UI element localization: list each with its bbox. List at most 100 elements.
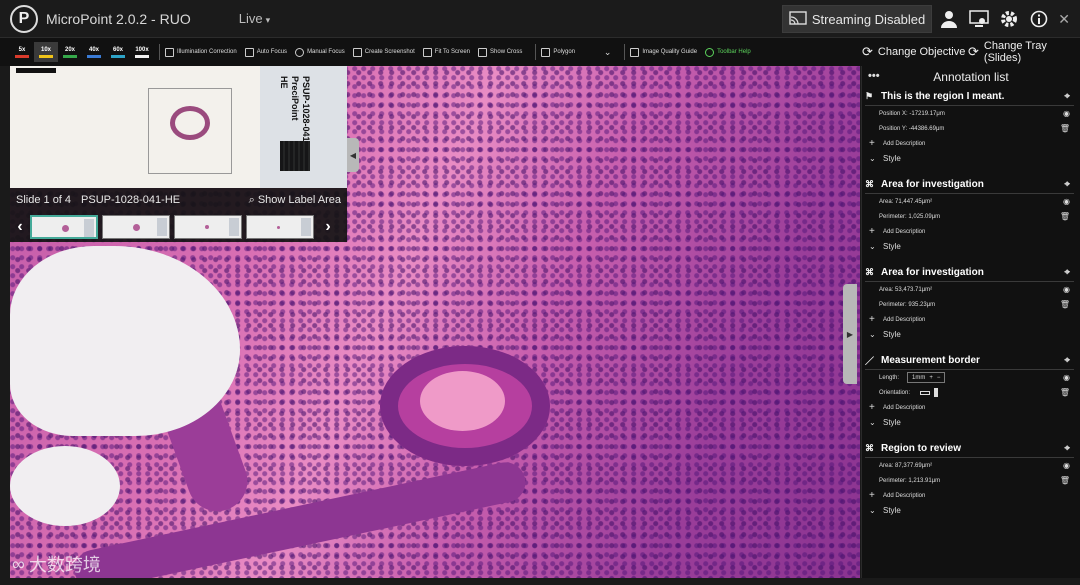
slide-thumbnail-4[interactable] bbox=[246, 215, 314, 239]
annotation-item[interactable]: ⌘ Area for investigation ⌖ Area: 53,473.… bbox=[862, 264, 1074, 342]
locate-icon[interactable]: ⌖ bbox=[1064, 355, 1070, 366]
magnification-60x[interactable]: 60x bbox=[106, 42, 130, 62]
trash-icon[interactable]: 🗑 bbox=[1060, 212, 1070, 221]
slide-label-text: PSUP-1028-041 PreciPoint HE bbox=[278, 76, 311, 142]
annotation-title[interactable]: Area for investigation bbox=[881, 179, 984, 190]
slide-thumbnail-3[interactable] bbox=[174, 215, 242, 239]
user-icon[interactable] bbox=[936, 6, 962, 32]
eye-icon[interactable]: ◉ bbox=[1063, 109, 1070, 118]
refresh-icon: ⟳ bbox=[862, 44, 873, 59]
add-description-button[interactable]: + Add Description bbox=[865, 136, 1074, 151]
annotation-title[interactable]: Area for investigation bbox=[881, 267, 984, 278]
style-toggle[interactable]: ⌄ Style bbox=[865, 239, 1074, 254]
magnification-100x[interactable]: 100x bbox=[130, 42, 154, 62]
refresh-icon: ⟳ bbox=[968, 44, 979, 59]
plus-icon[interactable]: + bbox=[929, 375, 933, 381]
locate-icon[interactable]: ⌖ bbox=[1064, 91, 1070, 102]
eye-icon[interactable]: ◉ bbox=[1063, 461, 1070, 470]
magnification-color-bar bbox=[39, 54, 53, 58]
magnification-40x[interactable]: 40x bbox=[82, 42, 106, 62]
slide-thumbnail-2[interactable] bbox=[102, 215, 170, 239]
style-toggle[interactable]: ⌄ Style bbox=[865, 503, 1074, 518]
collapse-annotation-handle[interactable]: ▶ bbox=[843, 284, 857, 384]
chevron-down-icon: ⌄ bbox=[869, 506, 876, 515]
slide-thumbnail-1[interactable] bbox=[30, 215, 98, 239]
help-icon bbox=[705, 47, 715, 57]
show-label-area-button[interactable]: ⌕ Show Label Area bbox=[249, 194, 341, 207]
annotation-item[interactable]: ⌘ Region to review ⌖ Area: 87,377.69μm² ◉… bbox=[862, 440, 1074, 518]
thumbnail-label bbox=[157, 218, 167, 236]
chevron-right-icon[interactable]: › bbox=[318, 218, 338, 236]
tissue-lumen bbox=[10, 446, 120, 526]
eye-icon[interactable]: ◉ bbox=[1063, 197, 1070, 206]
length-value: 1mm bbox=[912, 374, 926, 381]
chevron-down-icon: ⌄ bbox=[603, 46, 612, 57]
gear-icon[interactable] bbox=[996, 6, 1022, 32]
trash-icon[interactable]: 🗑 bbox=[1060, 124, 1070, 133]
tissue-lumen bbox=[10, 246, 240, 436]
add-description-button[interactable]: + Add Description bbox=[865, 224, 1074, 239]
chevron-left-icon[interactable]: ‹ bbox=[10, 218, 30, 236]
locate-icon[interactable]: ⌖ bbox=[1064, 267, 1070, 278]
fit-to-screen-button[interactable]: Fit To Screen bbox=[422, 47, 470, 57]
more-options-icon[interactable]: ••• bbox=[868, 70, 880, 82]
eye-icon[interactable]: ◉ bbox=[1063, 285, 1070, 294]
app-title: MicroPoint 2.0.2 - RUO bbox=[46, 10, 191, 27]
toolbar-help-button[interactable]: Toolbar Help bbox=[705, 47, 751, 57]
annotation-title[interactable]: Region to review bbox=[881, 443, 961, 454]
close-icon[interactable]: ✕ bbox=[1058, 11, 1070, 28]
illumination-correction-button[interactable]: Illumination Correction bbox=[165, 47, 237, 57]
info-icon[interactable] bbox=[1026, 6, 1052, 32]
vertical-orientation-icon[interactable] bbox=[934, 388, 939, 397]
magnification-20x[interactable]: 20x bbox=[58, 42, 82, 62]
auto-focus-button[interactable]: Auto Focus bbox=[244, 47, 287, 57]
collapse-overview-handle[interactable]: ◀ bbox=[347, 138, 359, 172]
orientation-toggle[interactable] bbox=[920, 388, 939, 397]
mode-dropdown[interactable]: Live ▾ bbox=[239, 11, 270, 26]
watermark-text: 大数跨境 bbox=[28, 555, 101, 575]
magnification-10x[interactable]: 10x bbox=[34, 42, 58, 62]
property-value: 87,377.69μm² bbox=[895, 462, 933, 469]
locate-icon[interactable]: ⌖ bbox=[1064, 179, 1070, 190]
add-description-button[interactable]: + Add Description bbox=[865, 312, 1074, 327]
trash-icon[interactable]: 🗑 bbox=[1060, 388, 1070, 397]
add-description-button[interactable]: + Add Description bbox=[865, 400, 1074, 415]
annotation-item[interactable]: ／ Measurement border ⌖ Length: 1mm + − ◉ O… bbox=[862, 352, 1074, 430]
tool-label: Image Quality Guide bbox=[642, 49, 698, 55]
style-toggle[interactable]: ⌄ Style bbox=[865, 327, 1074, 342]
slide-preview[interactable]: PSUP-1028-041 PreciPoint HE bbox=[10, 66, 347, 188]
magnification-5x[interactable]: 5x bbox=[10, 42, 34, 62]
minus-icon[interactable]: − bbox=[937, 375, 941, 381]
streaming-toggle[interactable]: Streaming Disabled bbox=[781, 5, 933, 33]
screen-settings-icon[interactable] bbox=[966, 6, 992, 32]
slide-counter: Slide 1 of 4 bbox=[16, 194, 72, 206]
chevron-down-icon: ⌄ bbox=[869, 330, 876, 339]
style-toggle[interactable]: ⌄ Style bbox=[865, 151, 1074, 166]
eye-icon[interactable]: ◉ bbox=[1063, 373, 1070, 382]
locate-icon[interactable]: ⌖ bbox=[1064, 443, 1070, 454]
polygon-icon: ⌘ bbox=[865, 179, 874, 189]
annotation-title[interactable]: This is the region I meant. bbox=[881, 91, 1004, 102]
trash-icon[interactable]: 🗑 bbox=[1060, 300, 1070, 309]
horizontal-orientation-icon[interactable] bbox=[920, 390, 931, 395]
change-objective-button[interactable]: ⟳ Change Objective bbox=[862, 38, 965, 66]
length-stepper[interactable]: 1mm + − bbox=[907, 372, 946, 383]
annotation-shape-dropdown[interactable]: Polygon ⌄ bbox=[541, 47, 611, 58]
plus-icon: + bbox=[869, 402, 875, 413]
change-tray-button[interactable]: ⟳ Change Tray (Slides) bbox=[968, 38, 1080, 66]
property-value: 53,473.71μm² bbox=[895, 286, 933, 293]
annotation-item[interactable]: ⌘ Area for investigation ⌖ Area: 71,447.… bbox=[862, 176, 1074, 254]
create-screenshot-button[interactable]: Create Screenshot bbox=[352, 47, 415, 57]
chevron-down-icon: ⌄ bbox=[869, 154, 876, 163]
annotation-header: ⌘ Region to review ⌖ bbox=[865, 440, 1074, 458]
manual-focus-button[interactable]: Manual Focus bbox=[295, 47, 345, 57]
annotation-title[interactable]: Measurement border bbox=[881, 355, 980, 366]
style-label: Style bbox=[883, 418, 901, 427]
autofocus-icon bbox=[244, 47, 254, 57]
show-cross-button[interactable]: Show Cross bbox=[478, 47, 522, 57]
add-description-button[interactable]: + Add Description bbox=[865, 488, 1074, 503]
trash-icon[interactable]: 🗑 bbox=[1060, 476, 1070, 485]
annotation-item[interactable]: ⚑ This is the region I meant. ⌖ Position… bbox=[862, 88, 1074, 166]
style-toggle[interactable]: ⌄ Style bbox=[865, 415, 1074, 430]
image-quality-guide-button[interactable]: Image Quality Guide bbox=[630, 47, 698, 57]
